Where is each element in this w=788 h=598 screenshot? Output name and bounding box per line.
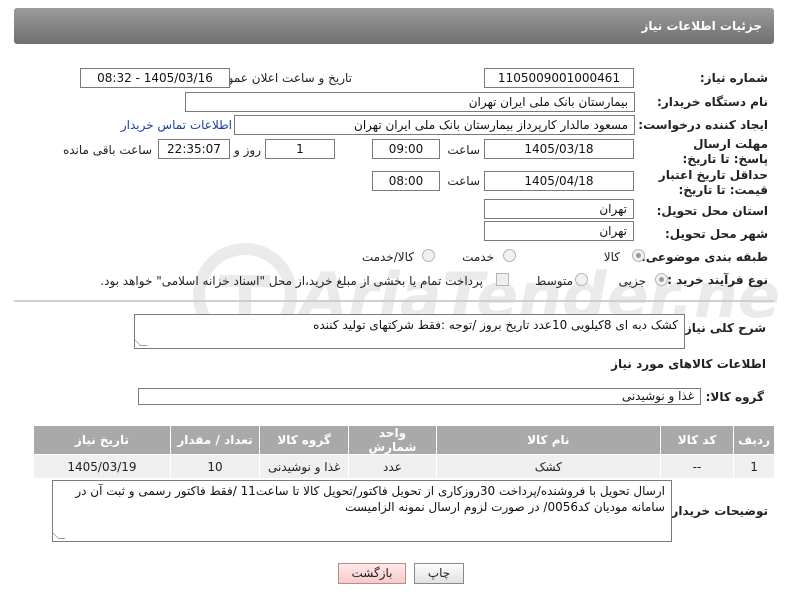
- description-field: کشک دبه ای 8کیلویی 10عدد تاریخ بروز /توج…: [134, 314, 685, 349]
- col-group-header: گروه کالا: [258, 425, 350, 455]
- response-deadline-label: مهلت ارسال پاسخ: تا تاریخ:: [682, 137, 769, 166]
- cell-date: 1405/03/19: [33, 454, 171, 479]
- treasury-payment-checkbox[interactable]: [496, 273, 509, 286]
- goods-section-title: اطلاعات کالاهای مورد نیاز: [611, 357, 766, 371]
- remaining-days-field: 1: [265, 139, 335, 159]
- col-row-header: ردیف: [733, 425, 775, 455]
- page-header: جزئیات اطلاعات نیاز: [14, 8, 774, 44]
- category-goods-label: کالا: [603, 250, 620, 264]
- delivery-city-field: تهران: [484, 221, 634, 241]
- category-service-radio[interactable]: [503, 249, 516, 262]
- purchase-minor-radio[interactable]: [655, 273, 668, 286]
- buyer-notes-text: ارسال تحویل با فروشنده/پرداخت 30روزکاری …: [75, 484, 665, 514]
- table-header-row: ردیف کد کالا نام کالا واحد شمارش گروه کا…: [33, 425, 775, 455]
- col-quantity-header: تعداد / مقدار: [169, 425, 261, 455]
- price-validity-time: 08:00: [372, 171, 440, 191]
- days-label: روز و: [234, 143, 261, 157]
- goods-group-field: غذا و نوشیدنی: [138, 388, 701, 405]
- cell-group: غذا و نوشیدنی: [258, 454, 350, 479]
- delivery-province-field: تهران: [484, 199, 634, 219]
- need-number-label: شماره نیاز:: [699, 71, 768, 85]
- buyer-notes-label: توضیحات خریدار:: [666, 504, 768, 518]
- cell-unit: عدد: [348, 454, 437, 479]
- price-validity-date: 1405/04/18: [484, 171, 634, 191]
- divider: [14, 300, 774, 302]
- remaining-time-label: ساعت باقی مانده: [62, 143, 152, 157]
- purchase-type-label: نوع فرآیند خرید :: [667, 273, 768, 287]
- remaining-time-field: 22:35:07: [158, 139, 230, 159]
- cell-name: کشک: [435, 454, 661, 479]
- price-validity-time-label: ساعت: [447, 174, 480, 188]
- treasury-payment-note: پرداخت تمام یا بخشی از مبلغ خرید،از محل …: [100, 274, 483, 288]
- col-name-header: نام کالا: [435, 425, 661, 455]
- back-button[interactable]: بازگشت: [338, 563, 406, 584]
- delivery-province-label: استان محل تحویل:: [656, 204, 768, 218]
- cell-row: 1: [733, 454, 775, 479]
- buyer-notes-field: ارسال تحویل با فروشنده/پرداخت 30روزکاری …: [52, 480, 672, 542]
- table-row: 1 -- کشک عدد غذا و نوشیدنی 10 1405/03/19: [33, 454, 775, 479]
- col-unit-header: واحد شمارش: [348, 425, 437, 455]
- price-validity-label: حداقل تاریخ اعتبار قیمت: تا تاریخ:: [658, 168, 768, 197]
- announce-date-field: 1405/03/16 - 08:32: [80, 68, 230, 88]
- page-title: جزئیات اطلاعات نیاز: [641, 19, 762, 33]
- cell-quantity: 10: [169, 454, 261, 479]
- resize-grip-icon: [135, 339, 148, 346]
- category-goods-service-label: کالا/خدمت: [361, 250, 414, 264]
- col-code-header: کد کالا: [659, 425, 735, 455]
- print-button[interactable]: چاپ: [414, 563, 464, 584]
- buyer-contact-link[interactable]: اطلاعات تماس خریدار: [121, 118, 232, 132]
- category-goods-radio[interactable]: [632, 249, 645, 262]
- purchase-minor-label: جزیی: [618, 274, 646, 288]
- resize-grip-icon: [53, 532, 66, 539]
- col-date-header: تاریخ نیاز: [33, 425, 171, 455]
- description-label: شرح کلی نیاز:: [680, 321, 766, 335]
- purchase-medium-radio[interactable]: [575, 273, 588, 286]
- requester-label: ایجاد کننده درخواست:: [638, 118, 768, 132]
- requester-field: مسعود مالدار کارپرداز بیمارستان بانک ملی…: [234, 115, 635, 135]
- buyer-org-field: بیمارستان بانک ملی ایران تهران: [185, 92, 635, 112]
- cell-code: --: [659, 454, 735, 479]
- category-service-label: خدمت: [462, 250, 494, 264]
- need-number-field: 1105009001000461: [484, 68, 634, 88]
- description-text: کشک دبه ای 8کیلویی 10عدد تاریخ بروز /توج…: [313, 318, 678, 332]
- goods-group-label: گروه کالا:: [705, 390, 764, 404]
- category-goods-service-radio[interactable]: [422, 249, 435, 262]
- purchase-medium-label: متوسط: [535, 274, 573, 288]
- category-label: طبقه بندی موضوعی:: [640, 250, 768, 264]
- response-time-label: ساعت: [447, 143, 480, 157]
- delivery-city-label: شهر محل تحویل:: [664, 227, 768, 241]
- goods-table: ردیف کد کالا نام کالا واحد شمارش گروه کا…: [33, 425, 775, 479]
- response-deadline-time: 09:00: [372, 139, 440, 159]
- response-deadline-date: 1405/03/18: [484, 139, 634, 159]
- buyer-org-label: نام دستگاه خریدار:: [657, 95, 768, 109]
